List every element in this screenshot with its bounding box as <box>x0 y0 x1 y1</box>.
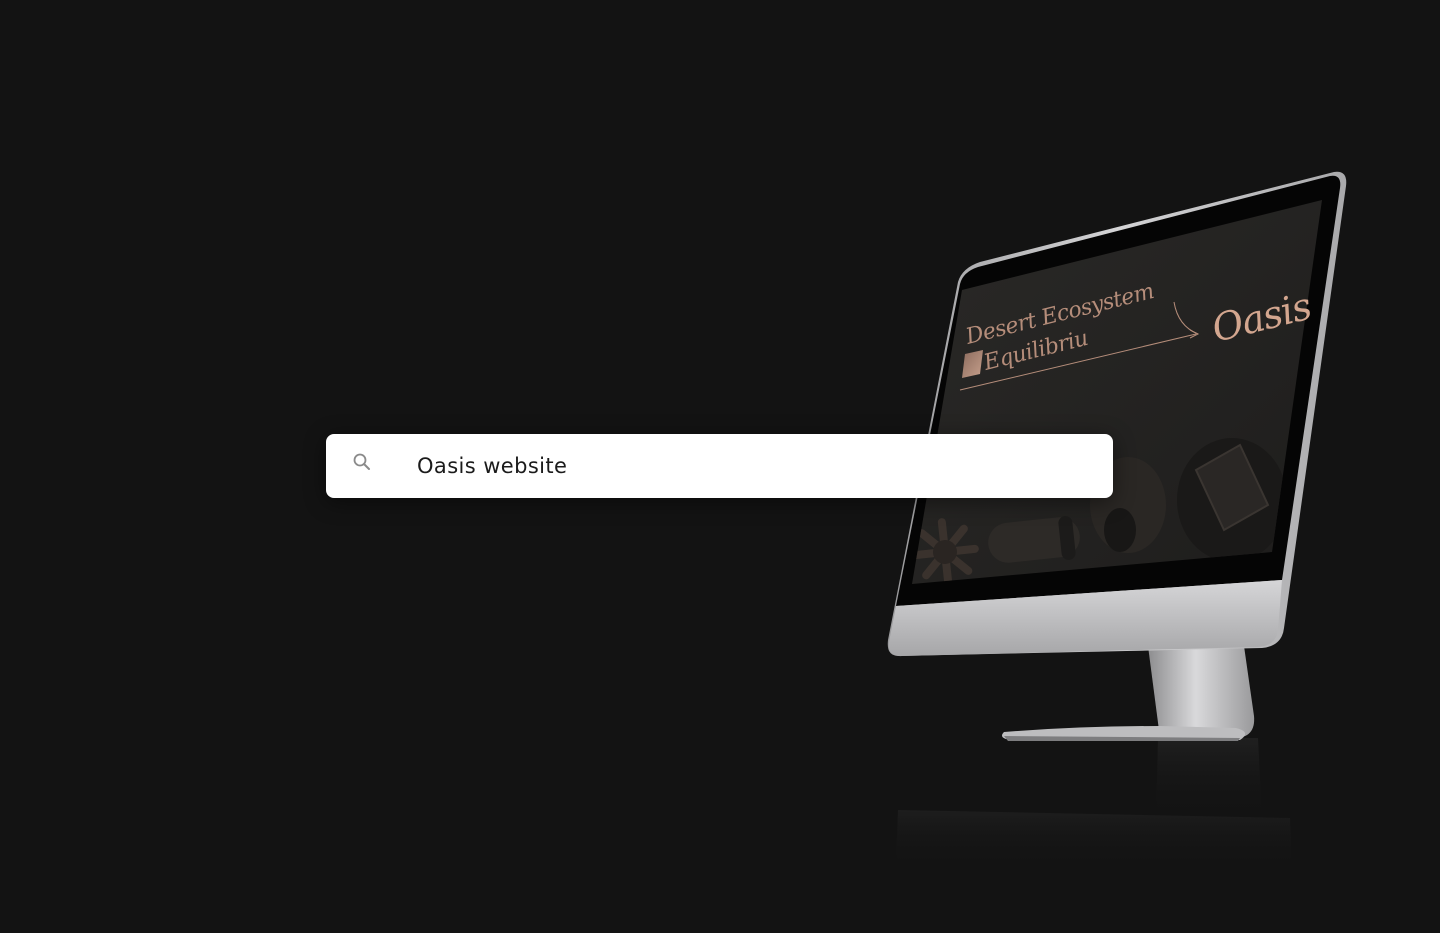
search-input[interactable] <box>417 448 1077 484</box>
page-background: Desert Ecosystem Equilibriu Oasis <box>0 0 1440 933</box>
monitor-reflection <box>896 810 1292 870</box>
search-icon[interactable] <box>352 452 372 472</box>
stand-reflection <box>1156 738 1262 820</box>
stand-neck <box>1148 646 1255 738</box>
search-bar[interactable] <box>326 434 1113 498</box>
